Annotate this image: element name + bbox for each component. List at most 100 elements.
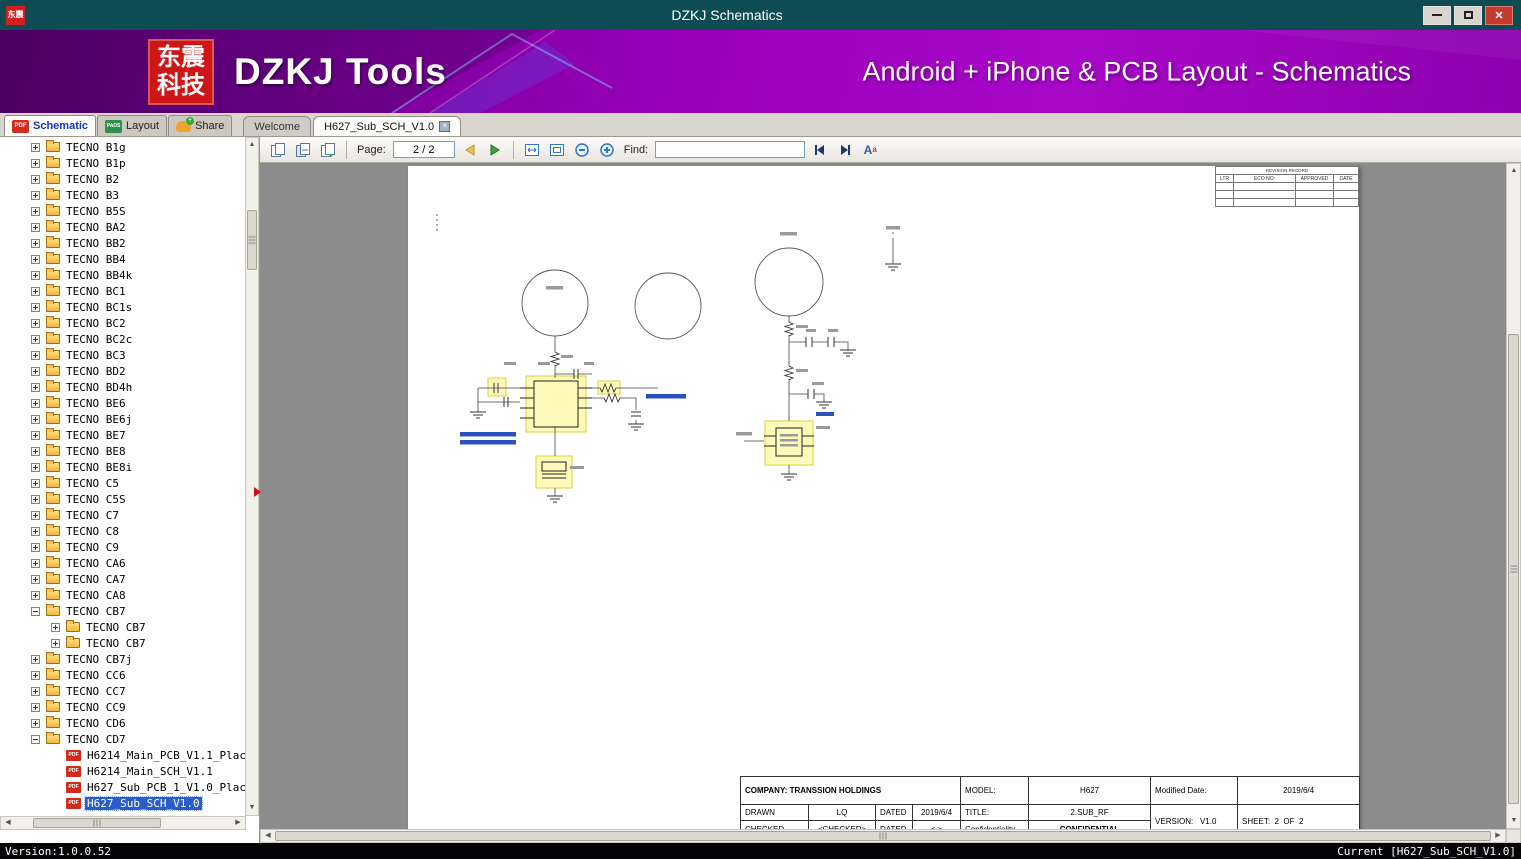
close-tab-icon[interactable]: ✕	[439, 121, 451, 132]
tab-layout[interactable]: PADS Layout	[97, 115, 168, 136]
expand-toggle-icon[interactable]	[31, 702, 40, 712]
expand-toggle-icon[interactable]	[31, 446, 40, 456]
tree-item[interactable]: H627_Sub_PCB_1_V1.0_Plac	[0, 779, 245, 795]
tree-item[interactable]: TECNO CB7	[0, 619, 245, 635]
tree-item[interactable]: TECNO CD6	[0, 715, 245, 731]
scroll-down-icon[interactable]: ▼	[246, 802, 258, 814]
expand-toggle-icon[interactable]	[31, 718, 40, 728]
tree-item[interactable]: TECNO CB7	[0, 635, 245, 651]
expand-toggle-icon[interactable]	[51, 622, 60, 632]
tree-item[interactable]: TECNO B1g	[0, 139, 245, 155]
tree-item[interactable]: TECNO B3	[0, 187, 245, 203]
tree-item[interactable]: TECNO BE8	[0, 443, 245, 459]
zoom-in-icon[interactable]	[597, 140, 617, 160]
expand-toggle-icon[interactable]	[31, 734, 40, 744]
expand-toggle-icon[interactable]	[31, 606, 40, 616]
tree-item[interactable]: H6214_Main_SCH_V1.1	[0, 763, 245, 779]
page-paste-icon[interactable]	[318, 140, 338, 160]
expand-toggle-icon[interactable]	[31, 238, 40, 248]
expand-toggle-icon[interactable]	[31, 398, 40, 408]
sidebar-vertical-scrollbar[interactable]: ▲ ▼	[245, 137, 259, 816]
tree-item[interactable]: TECNO B5S	[0, 203, 245, 219]
expand-toggle-icon[interactable]	[31, 254, 40, 264]
expand-toggle-icon[interactable]	[31, 670, 40, 680]
tree-item[interactable]: TECNO CC6	[0, 667, 245, 683]
expand-toggle-icon[interactable]	[31, 318, 40, 328]
expand-toggle-icon[interactable]	[31, 286, 40, 296]
document-tab[interactable]: H627_Sub_SCH_V1.0 ✕	[313, 116, 462, 136]
tree-item[interactable]: TECNO C8	[0, 523, 245, 539]
tab-share[interactable]: Share	[168, 115, 233, 136]
scroll-left-icon[interactable]: ◀	[2, 817, 14, 829]
expand-toggle-icon[interactable]	[31, 542, 40, 552]
tree-item[interactable]: TECNO BC1s	[0, 299, 245, 315]
viewer-horizontal-scrollbar[interactable]: ◀ ▶	[260, 829, 1506, 843]
expand-toggle-icon[interactable]	[31, 654, 40, 664]
tree-item[interactable]: TECNO C7	[0, 507, 245, 523]
scroll-up-icon[interactable]: ▲	[246, 139, 258, 151]
sidebar-horizontal-scrollbar[interactable]: ◀ ▶	[0, 816, 246, 830]
expand-toggle-icon[interactable]	[31, 190, 40, 200]
page-input[interactable]	[392, 141, 455, 158]
scroll-up-icon[interactable]: ▲	[1508, 165, 1520, 177]
previous-page-icon[interactable]	[460, 140, 480, 160]
tree-item[interactable]: TECNO BB2	[0, 235, 245, 251]
next-page-icon[interactable]	[485, 140, 505, 160]
tree-item[interactable]: TECNO BE6j	[0, 411, 245, 427]
expand-toggle-icon[interactable]	[31, 510, 40, 520]
tree-item[interactable]: TECNO CC9	[0, 699, 245, 715]
scroll-right-icon[interactable]: ▶	[1492, 830, 1504, 842]
tree-item[interactable]: TECNO BE7	[0, 427, 245, 443]
expand-toggle-icon[interactable]	[31, 590, 40, 600]
tree-item[interactable]: TECNO C5	[0, 475, 245, 491]
tree-item[interactable]: TECNO CB7j	[0, 651, 245, 667]
tree-item[interactable]: TECNO BE6	[0, 395, 245, 411]
tab-schematic[interactable]: PDF Schematic	[4, 115, 97, 136]
tree-item[interactable]: TECNO BB4	[0, 251, 245, 267]
expand-toggle-icon[interactable]	[31, 574, 40, 584]
tree-item[interactable]: TECNO CA6	[0, 555, 245, 571]
expand-toggle-icon[interactable]	[31, 462, 40, 472]
text-size-icon[interactable]: Aa	[860, 140, 880, 160]
scroll-down-icon[interactable]: ▼	[1508, 815, 1520, 827]
find-input[interactable]	[655, 141, 806, 158]
find-next-icon[interactable]	[835, 140, 855, 160]
tree-item[interactable]: TECNO BC2	[0, 315, 245, 331]
scrollbar-thumb[interactable]	[275, 831, 1491, 841]
close-button[interactable]: ✕	[1485, 5, 1513, 25]
expand-toggle-icon[interactable]	[31, 222, 40, 232]
expand-toggle-icon[interactable]	[31, 334, 40, 344]
expand-toggle-icon[interactable]	[31, 526, 40, 536]
tree-item[interactable]: TECNO BC3	[0, 347, 245, 363]
tree-item[interactable]: TECNO B1p	[0, 155, 245, 171]
tree-item[interactable]: TECNO BC1	[0, 283, 245, 299]
expand-toggle-icon[interactable]	[31, 478, 40, 488]
expand-toggle-icon[interactable]	[31, 174, 40, 184]
tree-item[interactable]: TECNO C5S	[0, 491, 245, 507]
minimize-button[interactable]	[1423, 5, 1451, 25]
tree-item[interactable]: TECNO CA7	[0, 571, 245, 587]
page-cascade-icon[interactable]	[293, 140, 313, 160]
tree-item[interactable]: TECNO BD2	[0, 363, 245, 379]
fit-page-icon[interactable]	[547, 140, 567, 160]
expand-toggle-icon[interactable]	[31, 158, 40, 168]
scroll-right-icon[interactable]: ▶	[232, 817, 244, 829]
expand-toggle-icon[interactable]	[31, 558, 40, 568]
tree-item[interactable]: H6214_Main_PCB_V1.1_Plac	[0, 747, 245, 763]
scrollbar-thumb[interactable]	[247, 210, 257, 270]
expand-toggle-icon[interactable]	[31, 206, 40, 216]
fit-width-icon[interactable]	[522, 140, 542, 160]
document-tab[interactable]: Welcome ✕	[243, 116, 312, 136]
expand-toggle-icon[interactable]	[51, 638, 60, 648]
expand-toggle-icon[interactable]	[31, 142, 40, 152]
tree-item[interactable]: TECNO BD4h	[0, 379, 245, 395]
scrollbar-thumb[interactable]	[1508, 334, 1519, 804]
tree-item[interactable]: TECNO BB4k	[0, 267, 245, 283]
pdf-viewer[interactable]: REVISION RECORD LTR ECO NO: APPROVED DAT…	[260, 163, 1521, 843]
expand-toggle-icon[interactable]	[31, 302, 40, 312]
expand-toggle-icon[interactable]	[31, 366, 40, 376]
scrollbar-thumb[interactable]	[33, 818, 161, 828]
page-copy-icon[interactable]	[268, 140, 288, 160]
tree-item[interactable]: TECNO BC2c	[0, 331, 245, 347]
zoom-out-icon[interactable]	[572, 140, 592, 160]
